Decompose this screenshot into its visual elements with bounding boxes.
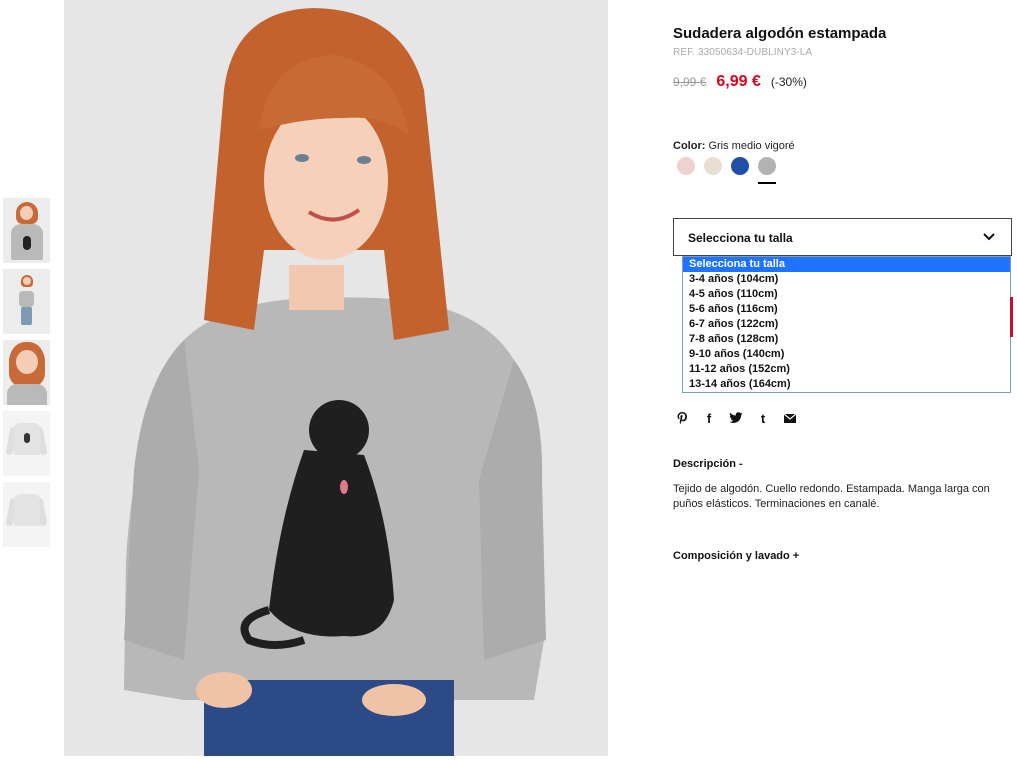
size-option[interactable]: 9-10 años (140cm) bbox=[683, 347, 1010, 362]
swatch-beige[interactable] bbox=[704, 157, 722, 175]
main-product-image bbox=[64, 0, 608, 756]
color-value: Gris medio vigoré bbox=[708, 140, 795, 152]
thumbnail-full-body[interactable] bbox=[3, 269, 50, 334]
discount-badge: (-30%) bbox=[770, 75, 807, 89]
description-text: Tejido de algodón. Cuello redondo. Estam… bbox=[673, 483, 990, 510]
social-share: f t bbox=[675, 411, 797, 426]
composition-toggle[interactable]: Composición y lavado + bbox=[673, 550, 799, 562]
thumbnail-front[interactable] bbox=[3, 198, 50, 263]
thumbnail-flat-back[interactable] bbox=[3, 482, 50, 547]
color-label: Color: bbox=[673, 140, 706, 152]
size-option[interactable]: 11-12 años (152cm) bbox=[683, 362, 1010, 377]
price-old: 9,99 € bbox=[673, 75, 707, 89]
size-select-value: Selecciona tu talla bbox=[688, 231, 793, 245]
size-select[interactable]: Selecciona tu talla bbox=[673, 218, 1012, 256]
product-title: Sudadera algodón estampada bbox=[673, 25, 887, 42]
tumblr-icon[interactable]: t bbox=[756, 411, 770, 426]
color-label-line: Color: Gris medio vigoré bbox=[673, 140, 795, 152]
swatch-gris[interactable] bbox=[758, 157, 776, 184]
size-option[interactable]: 6-7 años (122cm) bbox=[683, 317, 1010, 332]
thumbnail-flat[interactable] bbox=[3, 411, 50, 476]
size-option[interactable]: 4-5 años (110cm) bbox=[683, 287, 1010, 302]
price-row: 9,99 € 6,99 € (-30%) bbox=[673, 73, 807, 91]
pinterest-icon[interactable] bbox=[675, 411, 689, 425]
size-option[interactable]: 5-6 años (116cm) bbox=[683, 302, 1010, 317]
color-swatches bbox=[677, 157, 776, 184]
size-dropdown-list: Selecciona tu talla 3-4 años (104cm) 4-5… bbox=[682, 256, 1011, 393]
thumbnail-list bbox=[3, 198, 50, 553]
facebook-icon[interactable]: f bbox=[702, 411, 716, 426]
size-option[interactable]: 13-14 años (164cm) bbox=[683, 377, 1010, 392]
chevron-down-icon bbox=[983, 233, 995, 241]
description-toggle[interactable]: Descripción - bbox=[673, 458, 743, 470]
email-icon[interactable] bbox=[783, 411, 797, 425]
size-option[interactable]: 7-8 años (128cm) bbox=[683, 332, 1010, 347]
swatch-rosa[interactable] bbox=[677, 157, 695, 175]
thumbnail-close-up[interactable] bbox=[3, 340, 50, 405]
twitter-icon[interactable] bbox=[729, 411, 743, 425]
size-option[interactable]: 3-4 años (104cm) bbox=[683, 272, 1010, 287]
product-ref: REF. 33050634-DUBLINY3-LA bbox=[673, 47, 813, 58]
price-new: 6,99 € bbox=[716, 73, 761, 90]
add-to-cart-button-edge[interactable] bbox=[1010, 297, 1013, 337]
size-option[interactable]: Selecciona tu talla bbox=[683, 257, 1010, 272]
swatch-azul[interactable] bbox=[731, 157, 749, 175]
